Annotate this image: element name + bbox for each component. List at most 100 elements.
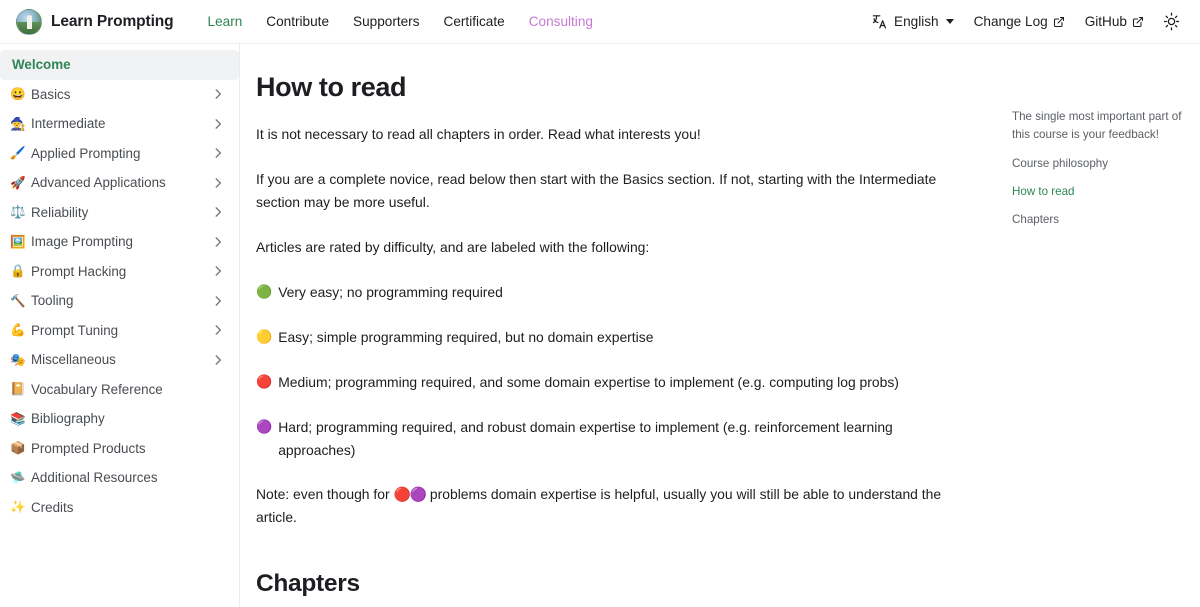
toc-item-chapters[interactable]: Chapters [1012,211,1184,229]
sidebar-item-emoji-icon: 🔒 [10,264,26,278]
sidebar-item-miscellaneous[interactable]: 🎭 Miscellaneous [0,345,239,375]
note-dots: 🔴🟣 [393,486,427,503]
github-label: GitHub [1084,14,1127,29]
sidebar-item-vocabulary-reference[interactable]: 📔 Vocabulary Reference [0,375,239,405]
main-content: How to read It is not necessary to read … [240,44,1200,607]
sidebar-item-prompt-tuning[interactable]: 💪 Prompt Tuning [0,316,239,346]
sidebar-item-label: Welcome [12,57,71,73]
chevron-right-icon[interactable] [211,235,225,249]
difficulty-dot-icon: 🟡 [256,328,273,344]
sidebar-item-basics[interactable]: 😀 Basics [0,80,239,110]
sidebar-item-applied-prompting[interactable]: 🖌️ Applied Prompting [0,139,239,169]
nav-link-certificate[interactable]: Certificate [432,14,517,29]
toc-item-the-single-most-important-part-of[interactable]: The single most important part of this c… [1012,108,1184,145]
chevron-right-icon[interactable] [211,146,225,160]
sidebar-item-prompt-hacking[interactable]: 🔒 Prompt Hacking [0,257,239,287]
translate-icon [872,13,889,30]
sidebar-item-emoji-icon: 🧙 [10,116,26,131]
table-of-contents[interactable]: The single most important part of this c… [1000,88,1200,240]
difficulty-row: 🔴 Medium; programming required, and some … [256,371,968,394]
difficulty-label: Very easy; no programming required [278,283,503,300]
sidebar-item-emoji-icon: 📚 [10,411,26,426]
nav-link-consulting[interactable]: Consulting [517,14,605,29]
language-label: English [894,14,939,29]
sidebar-item-emoji-icon: 🚀 [10,175,26,190]
difficulty-label: Medium; programming required, and some d… [278,373,899,390]
navbar-right: English Change Log GitHub [862,7,1186,37]
difficulty-dot-icon: 🟣 [256,418,273,434]
chevron-right-icon[interactable] [211,117,225,131]
change-log-label: Change Log [973,14,1048,29]
nav-link-contribute[interactable]: Contribute [254,14,341,29]
difficulty-row: 🟡 Easy; simple programming required, but … [256,326,968,349]
difficulty-row: 🟣 Hard; programming required, and robust … [256,416,968,462]
sidebar-item-reliability[interactable]: ⚖️ Reliability [0,198,239,228]
difficulty-dot-icon: 🟢 [256,283,273,299]
difficulty-label: Hard; programming required, and robust d… [278,418,893,458]
sidebar-item-label: Prompted Products [31,440,146,456]
article: How to read It is not necessary to read … [256,72,968,607]
chevron-right-icon[interactable] [211,264,225,278]
sidebar-item-additional-resources[interactable]: 🛸 Additional Resources [0,463,239,493]
nav-link-learn[interactable]: Learn [196,14,255,29]
sidebar-item-label: Tooling [31,293,74,309]
external-link-icon [1132,16,1144,28]
change-log-link[interactable]: Change Log [964,14,1075,29]
sidebar-item-label: Reliability [31,204,89,220]
sidebar-item-label: Image Prompting [31,234,133,250]
primary-nav: Learn Contribute Supporters Certificate … [196,14,605,29]
sidebar-item-intermediate[interactable]: 🧙 Intermediate [0,109,239,139]
sidebar-item-emoji-icon: 📦 [10,441,26,455]
sidebar-item-advanced-applications[interactable]: 🚀 Advanced Applications [0,168,239,198]
sidebar-item-bibliography[interactable]: 📚 Bibliography [0,404,239,434]
doc-sidebar[interactable]: Welcome 😀 Basics 🧙 Intermediate 🖌️ Applied Pro… [0,44,240,607]
sidebar-item-emoji-icon: 😀 [10,87,26,101]
sidebar-item-image-prompting[interactable]: 🖼️ Image Prompting [0,227,239,257]
chevron-right-icon[interactable] [211,323,225,337]
toc-item-how-to-read[interactable]: How to read [1012,183,1184,201]
sidebar-item-label: Vocabulary Reference [31,381,163,397]
difficulty-label: Easy; simple programming required, but n… [278,328,654,345]
sidebar-item-emoji-icon: ✨ [10,500,26,514]
sidebar-item-emoji-icon: 🖼️ [10,234,26,249]
chevron-right-icon[interactable] [211,87,225,101]
sidebar-item-welcome[interactable]: Welcome [0,50,239,80]
toc-item-course-philosophy[interactable]: Course philosophy [1012,155,1184,173]
chevron-down-icon [945,19,954,24]
sidebar-item-label: Advanced Applications [31,175,166,191]
chevron-right-icon[interactable] [211,176,225,190]
sidebar-item-emoji-icon: ⚖️ [10,205,26,219]
sidebar-item-label: Bibliography [31,411,105,427]
theme-toggle-button[interactable] [1156,7,1186,37]
page-title: How to read [256,72,407,102]
chevron-right-icon[interactable] [211,294,225,308]
sidebar-item-emoji-icon: 📔 [10,382,26,396]
chevron-right-icon[interactable] [211,205,225,219]
sidebar-item-label: Additional Resources [31,470,158,486]
sidebar-item-credits[interactable]: ✨ Credits [0,493,239,523]
sidebar-item-label: Intermediate [31,116,106,132]
intro-paragraph-1: It is not necessary to read all chapters… [256,126,701,142]
difficulty-note: Note: even though for 🔴🟣 problems domain… [256,483,968,529]
brand-title: Learn Prompting [51,12,174,30]
github-link[interactable]: GitHub [1075,14,1154,29]
chapters-heading: Chapters [256,570,360,598]
sidebar-item-emoji-icon: 🎭 [10,352,26,367]
chevron-right-icon[interactable] [211,353,225,367]
difficulty-legend: 🟢 Very easy; no programming required 🟡 Easy… [256,281,968,462]
nav-link-supporters[interactable]: Supporters [341,14,432,29]
sun-icon [1162,12,1181,31]
brand-link[interactable]: Learn Prompting [16,8,174,35]
sidebar-item-label: Basics [31,86,71,102]
sidebar-item-label: Prompt Hacking [31,263,127,279]
sidebar-item-label: Prompt Tuning [31,322,119,338]
sidebar-item-tooling[interactable]: 🔨 Tooling [0,286,239,316]
navbar: Learn Prompting Learn Contribute Support… [0,0,1200,44]
note-prefix: Note: even though for [256,486,394,503]
difficulty-row: 🟢 Very easy; no programming required [256,281,968,304]
language-dropdown[interactable]: English [862,13,964,30]
sidebar-item-label: Miscellaneous [31,352,116,368]
learn-prompting-logo-icon [16,8,42,35]
sidebar-item-prompted-products[interactable]: 📦 Prompted Products [0,434,239,464]
sidebar-item-label: Credits [31,499,74,515]
